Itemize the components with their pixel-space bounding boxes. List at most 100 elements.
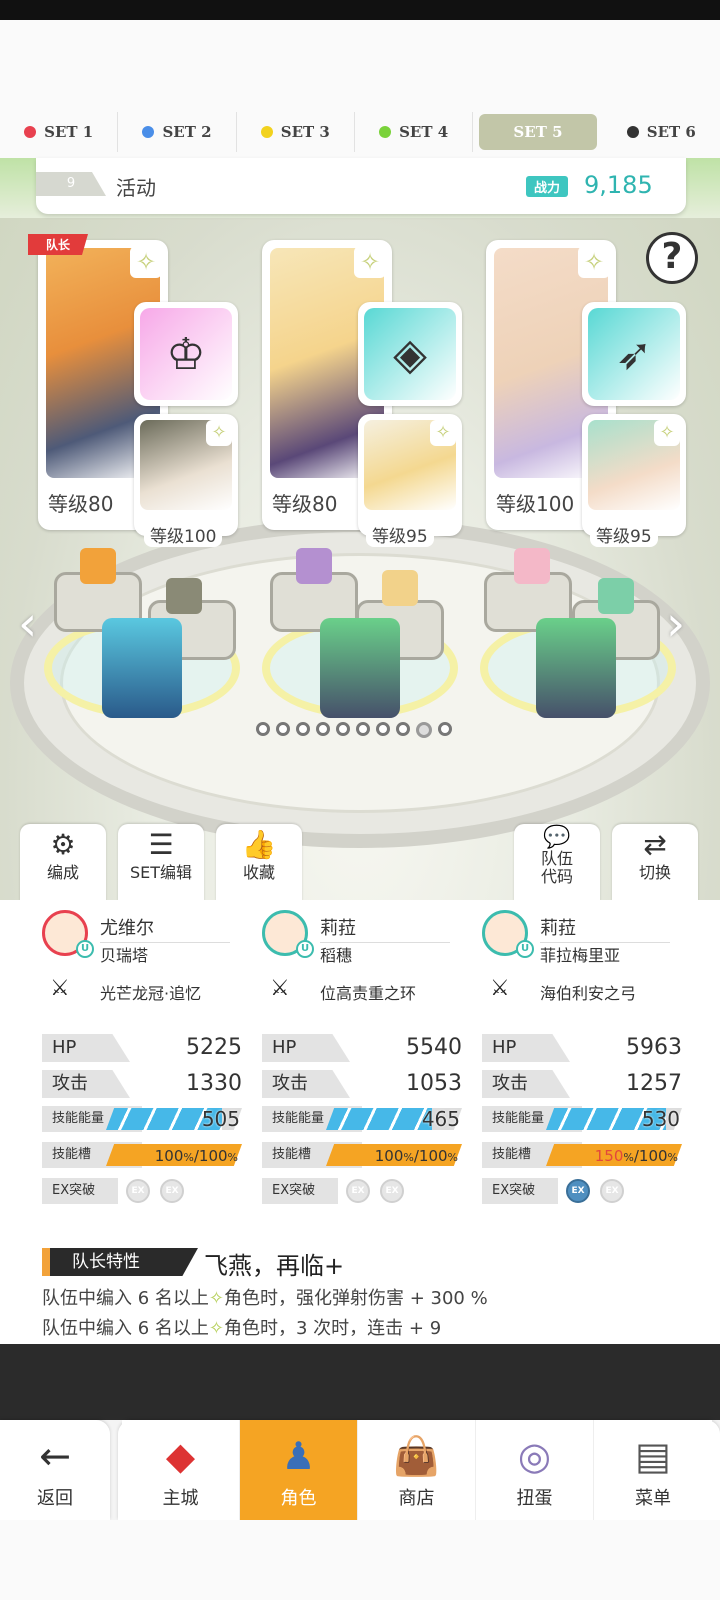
skill-gauge-row: 技能槽 100%/100% (262, 1142, 462, 1168)
support-name: 菲拉梅里亚 (540, 946, 621, 965)
stat-label: EX突破 (262, 1178, 338, 1204)
sparkle-icon: ✧ (430, 420, 456, 446)
equipment-name: 位高责重之环 (320, 984, 417, 1003)
favorite-button[interactable]: 👍 收藏 (216, 824, 302, 902)
tab-set-1[interactable]: SET 1 (0, 112, 119, 152)
leader-badge: 队长 (28, 234, 89, 255)
stat-label: 攻击 (482, 1070, 570, 1098)
support-level: 等级100 (144, 522, 223, 547)
element-badge-icon: U (76, 940, 94, 958)
stat-label: 攻击 (262, 1070, 350, 1098)
skill-gauge-value: 100%/100% (374, 1147, 458, 1165)
prev-team-arrow[interactable]: ‹ (18, 596, 37, 652)
system-bar (0, 1520, 720, 1600)
set-color-dot (379, 126, 392, 138)
skill-energy-value: 505 (201, 1107, 240, 1131)
support-level: 等级95 (590, 522, 658, 547)
swap-icon: ⇄ (643, 828, 667, 861)
character-level: 等级100 (496, 492, 575, 516)
list-icon: ☰ (148, 828, 174, 861)
page-dot[interactable] (276, 722, 290, 736)
support-name: 贝瑞塔 (100, 946, 149, 965)
button-label: SET编辑 (129, 863, 193, 882)
nav-item-menu[interactable]: ▤ 菜单 (594, 1420, 712, 1520)
page-dot[interactable] (438, 722, 452, 736)
skill-gauge-value: 100%/100% (154, 1147, 238, 1165)
skill-energy-value: 530 (641, 1107, 680, 1131)
switch-button[interactable]: ⇄ 切换 (612, 824, 698, 902)
page-dot[interactable] (396, 722, 410, 736)
back-button[interactable]: ← 返回 (0, 1420, 110, 1520)
tab-set-3[interactable]: SET 3 (237, 112, 355, 152)
stat-label: 攻击 (42, 1070, 130, 1098)
page-dot[interactable] (336, 722, 350, 736)
tab-label: SET 1 (44, 123, 94, 141)
hp-row: HP 5540 (262, 1034, 462, 1062)
help-button[interactable]: ? (646, 232, 698, 284)
character-sprite (598, 578, 634, 614)
support-character-card-2[interactable]: ✧ (358, 414, 462, 536)
tab-label: SET 6 (646, 123, 696, 141)
sparkle-icon: ✧ (654, 420, 680, 446)
formation-button[interactable]: ⚙ 编成 (20, 824, 106, 902)
support-character-card-3[interactable]: ✧ (582, 414, 686, 536)
button-label: 队伍 (540, 849, 573, 868)
team-info-bar: 9 活动 战力 9,185 (36, 158, 686, 214)
page-dot[interactable] (256, 722, 270, 736)
ex-slot-icon: EX (600, 1179, 624, 1203)
leader-skill-line: 队伍中编入 6 名以上✧角色时，3 次时，连击 + 9 (42, 1318, 442, 1339)
page-dot[interactable] (316, 722, 330, 736)
team-page-indicator (256, 722, 452, 738)
equipment-icon: ⚔ (270, 976, 290, 1001)
ex-break-row: EX突破 EX EX (262, 1178, 462, 1204)
tab-set-5[interactable]: SET 5 (479, 114, 597, 150)
character-name: 尤维尔 (100, 914, 230, 943)
tab-set-4[interactable]: SET 4 (355, 112, 474, 152)
page-dot[interactable] (356, 722, 370, 736)
support-character-card-1[interactable]: ✧ (134, 414, 238, 536)
stat-label: HP (482, 1034, 570, 1062)
equipment-card-1[interactable]: ♔ (134, 302, 238, 406)
attack-row: 攻击 1053 (262, 1070, 462, 1098)
nav-label: 菜单 (635, 1488, 671, 1509)
shop-bag-icon: 👜 (392, 1434, 441, 1478)
nav-item-gacha[interactable]: ◎ 扭蛋 (476, 1420, 594, 1520)
sparkle-icon: ✧ (208, 1318, 224, 1339)
page-dot[interactable] (376, 722, 390, 736)
page-dot[interactable] (296, 722, 310, 736)
tab-label: SET 2 (162, 123, 212, 141)
skill-energy-row: 技能能量 530 (482, 1106, 682, 1132)
support-name: 稻穗 (320, 946, 353, 965)
page-dot[interactable] (416, 722, 432, 738)
character-sprite (514, 548, 550, 584)
tab-set-2[interactable]: SET 2 (118, 112, 237, 152)
equipment-card-2[interactable]: ◈ (358, 302, 462, 406)
equipment-icon: ⚔ (50, 976, 70, 1001)
tab-label: SET 5 (513, 123, 563, 141)
team-code-button[interactable]: 💬 队伍 代码 (514, 824, 600, 902)
tab-set-6[interactable]: SET 6 (603, 112, 720, 152)
nav-item-town[interactable]: ◆ 主城 (122, 1420, 240, 1520)
equipment-card-3[interactable]: ➶ (582, 302, 686, 406)
next-team-arrow[interactable]: › (666, 596, 685, 652)
weapon-sprite (536, 618, 616, 718)
skill-energy-row: 技能能量 465 (262, 1106, 462, 1132)
character-level: 等级80 (272, 492, 338, 516)
sparkle-icon: ✧ (130, 246, 162, 278)
skill-energy-fill (326, 1108, 433, 1130)
skill-gauge-row: 技能槽 100%/100% (42, 1142, 242, 1168)
team-number: 9 (36, 172, 106, 196)
stat-label: EX突破 (482, 1178, 558, 1204)
tab-label: SET 3 (280, 123, 330, 141)
hp-value: 5963 (626, 1035, 682, 1060)
attack-row: 攻击 1257 (482, 1070, 682, 1098)
sparkle-icon: ✧ (208, 1288, 224, 1309)
set-color-dot (260, 126, 273, 138)
sparkle-icon: ✧ (578, 246, 610, 278)
nav-item-shop[interactable]: 👜 商店 (358, 1420, 476, 1520)
stats-panel: U 尤维尔 贝瑞塔 ⚔ 光芒龙冠·追忆 HP 5225 攻击 1330 技能能量… (0, 900, 720, 1344)
set-edit-button[interactable]: ☰ SET编辑 (118, 824, 204, 902)
stat-label: HP (262, 1034, 350, 1062)
nav-item-character[interactable]: ♟ 角色 (240, 1420, 358, 1520)
team-name[interactable]: 活动 (116, 172, 156, 201)
